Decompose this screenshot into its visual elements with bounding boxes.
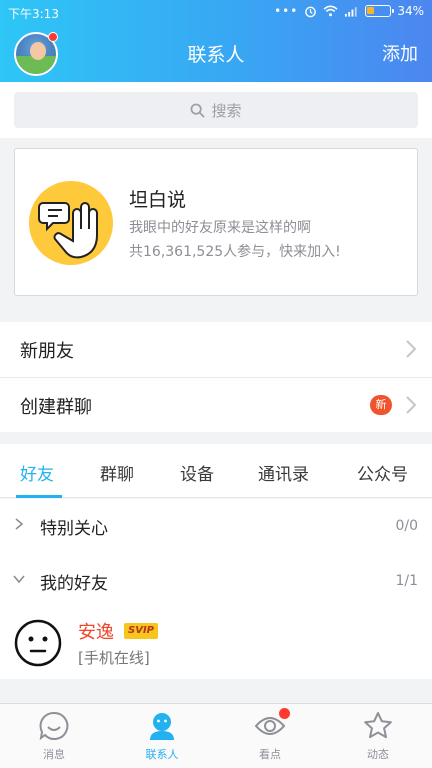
notification-dot xyxy=(279,708,290,719)
tab-official-accounts[interactable]: 公众号 xyxy=(357,460,408,485)
svip-badge: SVIP xyxy=(124,623,158,639)
new-friends-item[interactable]: 新朋友 xyxy=(0,322,432,377)
nav-moments[interactable]: 动态 xyxy=(324,704,432,768)
tab-devices[interactable]: 设备 xyxy=(180,460,214,485)
tab-groups[interactable]: 群聊 xyxy=(100,460,134,485)
friend-name: 安逸 xyxy=(78,622,114,643)
group-name: 我的好友 xyxy=(40,574,108,594)
nav-watch[interactable]: 看点 xyxy=(216,704,324,768)
friend-status: [手机在线] xyxy=(78,649,150,667)
contacts-screen: 下午3:13 ••• 34% 联系人 添加 搜索 坦白说 我眼中的好友原来是这样… xyxy=(0,0,432,768)
bottom-nav: 消息 联系人 看点 动态 xyxy=(0,703,432,768)
active-tab-indicator xyxy=(16,495,62,498)
chevron-down-icon xyxy=(13,575,25,584)
contact-tabs: 好友 群聊 设备 通讯录 公众号 xyxy=(0,444,432,498)
chevron-right-icon xyxy=(15,518,24,530)
alarm-icon xyxy=(305,6,317,17)
nav-label: 消息 xyxy=(43,748,65,761)
friend-item[interactable]: 安逸 SVIP [手机在线] xyxy=(0,609,432,679)
menu-item-label: 新朋友 xyxy=(20,341,74,362)
star-icon xyxy=(364,712,392,739)
menu-item-label: 创建群聊 xyxy=(20,397,92,418)
search-input[interactable]: 搜索 xyxy=(14,92,418,128)
group-count: 0/0 xyxy=(395,518,418,534)
friend-avatar xyxy=(14,619,62,667)
search-area: 搜索 xyxy=(0,82,432,138)
chevron-right-icon xyxy=(406,396,417,414)
tab-address-book[interactable]: 通讯录 xyxy=(258,460,309,485)
card-participants: 共16,361,525人参与，快来加入! xyxy=(129,244,341,260)
search-icon xyxy=(191,103,205,117)
more-dots-icon: ••• xyxy=(274,4,299,18)
add-button[interactable]: 添加 xyxy=(382,40,418,66)
friend-groups: 特别关心 0/0 我的好友 1/1 安逸 SVIP [手机在线] xyxy=(0,499,432,679)
group-special-care[interactable]: 特别关心 0/0 xyxy=(0,499,432,553)
battery-percent: 34% xyxy=(397,4,424,18)
nav-label: 联系人 xyxy=(145,748,179,761)
group-name: 特别关心 xyxy=(40,519,108,539)
wifi-icon xyxy=(323,5,338,17)
hand-chat-icon xyxy=(29,181,113,265)
message-smile-icon xyxy=(39,711,69,741)
menu-list: 新朋友 创建群聊 新 xyxy=(0,322,432,432)
header: 联系人 添加 xyxy=(0,26,432,82)
search-placeholder: 搜索 xyxy=(211,101,242,120)
nav-messages[interactable]: 消息 xyxy=(0,704,108,768)
status-bar: 下午3:13 ••• 34% xyxy=(0,0,432,24)
tab-friends[interactable]: 好友 xyxy=(20,460,54,485)
nav-contacts[interactable]: 联系人 xyxy=(108,704,216,768)
page-title: 联系人 xyxy=(187,44,245,66)
signal-icon xyxy=(345,7,357,17)
card-subtitle: 我眼中的好友原来是这样的啊 xyxy=(129,220,311,236)
chevron-right-icon xyxy=(406,340,417,358)
status-time: 下午3:13 xyxy=(8,7,59,21)
nav-label: 动态 xyxy=(367,748,389,761)
battery-icon xyxy=(365,5,395,17)
group-my-friends[interactable]: 我的好友 1/1 xyxy=(0,554,432,608)
contacts-person-icon xyxy=(150,713,174,740)
new-badge: 新 xyxy=(370,395,392,415)
group-count: 1/1 xyxy=(395,573,418,589)
create-group-chat-item[interactable]: 创建群聊 新 xyxy=(0,377,432,432)
card-title: 坦白说 xyxy=(129,189,187,211)
tanbaishuo-card[interactable]: 坦白说 我眼中的好友原来是这样的啊 共16,361,525人参与，快来加入! xyxy=(14,148,418,296)
status-icons: ••• 34% xyxy=(274,4,424,18)
nav-label: 看点 xyxy=(259,748,281,761)
